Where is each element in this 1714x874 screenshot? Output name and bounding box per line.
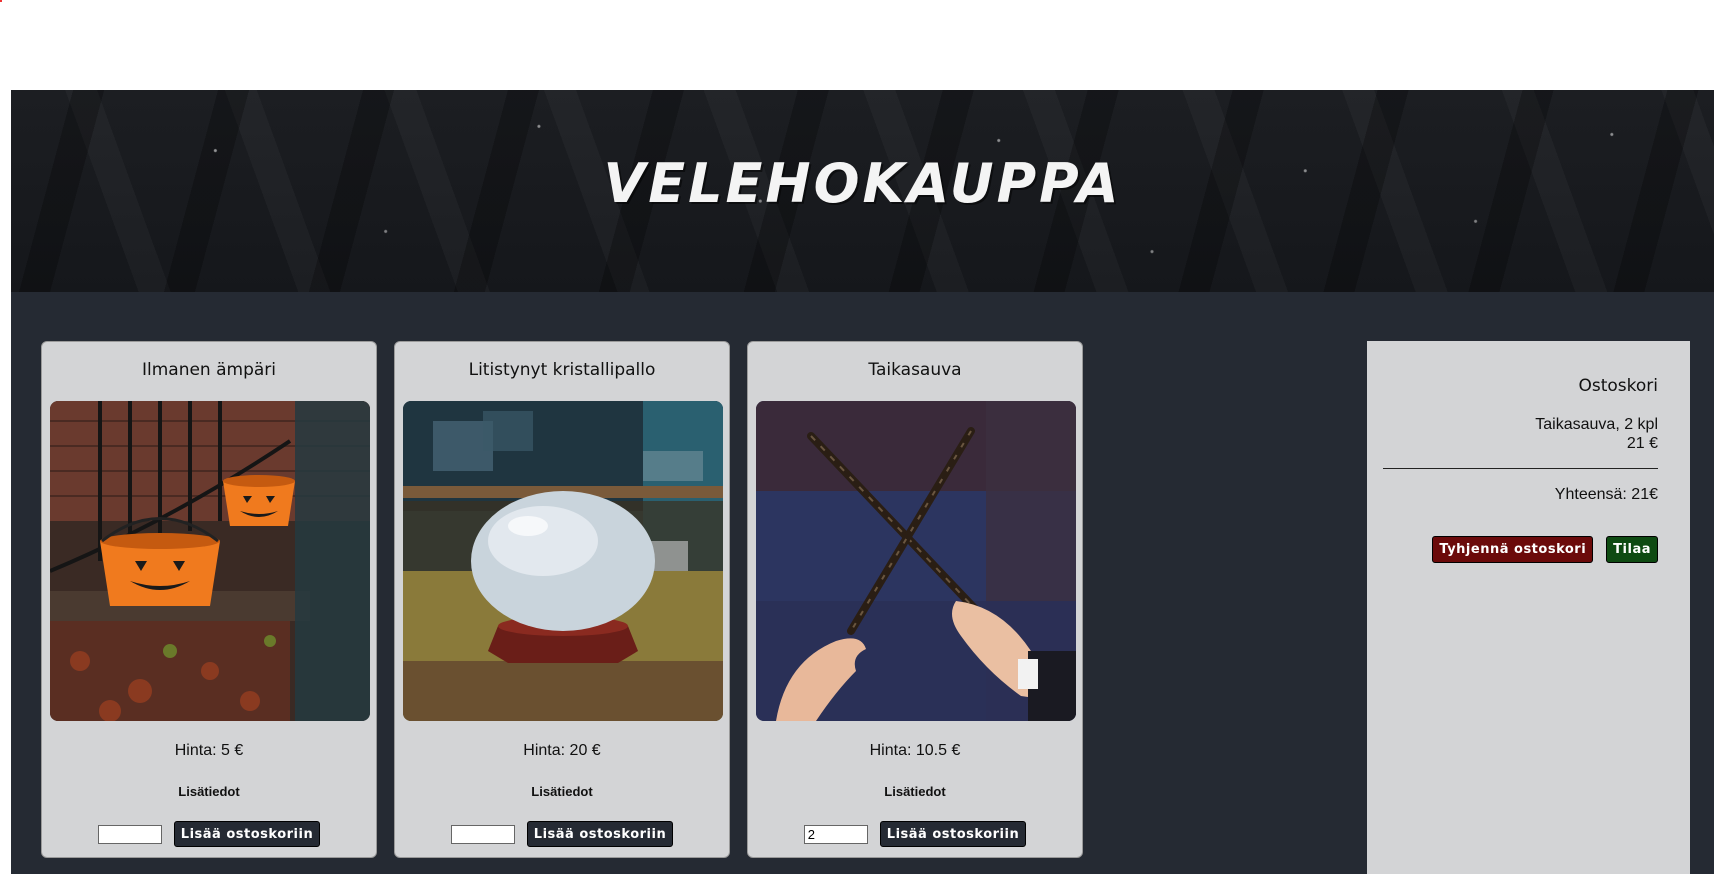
cart-title: Ostoskori: [1578, 376, 1658, 396]
quantity-input[interactable]: [450, 824, 515, 844]
magic-wands-image: [756, 401, 1076, 721]
cart-actions: Tyhjennä ostoskori Tilaa: [1432, 536, 1658, 563]
product-info-link[interactable]: Lisätiedot: [748, 784, 1082, 799]
product-title: Ilmanen ämpäri: [141, 360, 277, 380]
corner-marker: [0, 0, 2, 2]
product-card: Litistynyt kristallipallo Hinta: 20 € Li…: [394, 341, 730, 858]
crystal-ball-image: [403, 401, 723, 721]
product-card: Ilmanen ämpäri Hinta: 5 € Lisätiedot Lis…: [41, 341, 377, 858]
quantity-input[interactable]: [97, 824, 162, 844]
cart-total: Yhteensä: 21€: [1554, 486, 1658, 503]
pumpkin-buckets-image: [50, 401, 370, 721]
site-header: VELEHOKAUPPA: [11, 90, 1714, 292]
cart-item-line: Taikasauva, 2 kpl: [1535, 416, 1658, 433]
product-controls: Lisää ostoskoriin: [395, 821, 729, 847]
product-info-link[interactable]: Lisätiedot: [42, 784, 376, 799]
product-controls: Lisää ostoskoriin: [42, 821, 376, 847]
quantity-input[interactable]: [803, 824, 868, 844]
cart-item-price: 21 €: [1626, 435, 1658, 452]
product-title: Taikasauva: [868, 360, 962, 380]
order-button[interactable]: Tilaa: [1606, 536, 1658, 563]
cart-divider: [1383, 468, 1658, 469]
product-price: Hinta: 10.5 €: [869, 742, 961, 759]
product-price: Hinta: 5 €: [174, 742, 244, 759]
product-info-link[interactable]: Lisätiedot: [395, 784, 729, 799]
add-to-cart-button[interactable]: Lisää ostoskoriin: [173, 821, 321, 847]
add-to-cart-button[interactable]: Lisää ostoskoriin: [526, 821, 674, 847]
product-controls: Lisää ostoskoriin: [748, 821, 1082, 847]
product-card: Taikasauva Hinta: 10.5 € Lisätiedot Lisä…: [747, 341, 1083, 858]
clear-cart-button[interactable]: Tyhjennä ostoskori: [1432, 536, 1594, 563]
shopping-cart-panel: Ostoskori Taikasauva, 2 kpl 21 € Yhteens…: [1367, 341, 1690, 874]
page-body: VELEHOKAUPPA Ilmanen ämpäri Hinta: 5 € L…: [11, 90, 1714, 874]
add-to-cart-button[interactable]: Lisää ostoskoriin: [879, 821, 1027, 847]
product-price: Hinta: 20 €: [523, 742, 601, 759]
site-title: VELEHOKAUPPA: [603, 152, 1122, 215]
product-title: Litistynyt kristallipallo: [468, 360, 656, 380]
